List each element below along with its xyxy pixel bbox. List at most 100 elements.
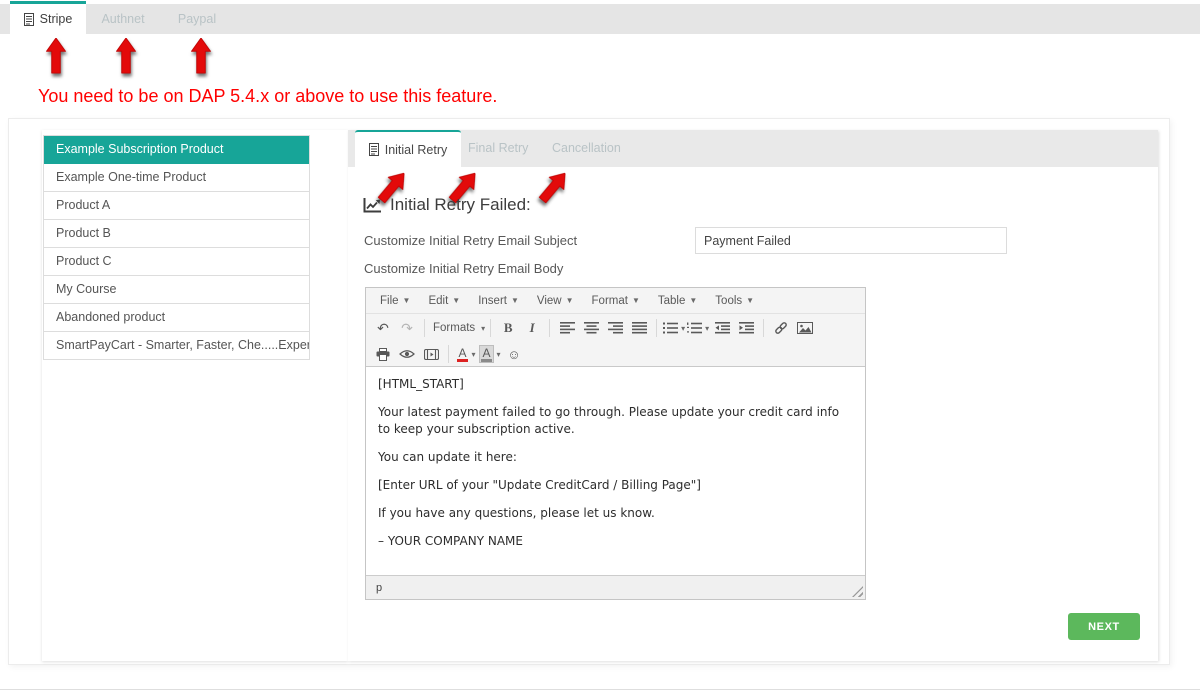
menu-view[interactable]: View▼ [528,295,583,307]
redo-button[interactable]: ↷ [395,317,419,339]
gateway-tabbar: Stripe Authnet Paypal [0,4,1200,34]
chevron-down-icon: ▼ [746,296,754,305]
product-item-example-onetime[interactable]: Example One-time Product [44,164,309,192]
menu-insert[interactable]: Insert▼ [469,295,528,307]
tab-authnet[interactable]: Authnet [90,4,156,34]
chevron-down-icon: ▾ [472,350,476,359]
element-path[interactable]: p [376,582,382,594]
chevron-down-icon: ▼ [689,296,697,305]
menu-edit[interactable]: Edit▼ [419,295,469,307]
chevron-down-icon: ▾ [497,350,501,359]
text-color-swatch [457,359,467,362]
bullet-list-icon [663,322,678,334]
preview-button[interactable] [395,343,419,365]
link-icon [773,320,789,336]
media-button[interactable] [419,343,443,365]
tab-cancellation[interactable]: Cancellation [552,130,621,167]
bullet-list-button[interactable]: ▾ [662,317,686,339]
toolbar-separator [424,319,425,337]
align-left-button[interactable] [555,317,579,339]
background-color-button[interactable]: A ▾ [478,343,502,365]
red-arrow-up-authnet [114,38,138,74]
menu-table[interactable]: Table▼ [649,295,706,307]
tab-initial-retry[interactable]: Initial Retry [355,130,461,167]
tab-paypal[interactable]: Paypal [165,4,229,34]
bold-button[interactable]: B [496,317,520,339]
body-paragraph: [HTML_START] [378,376,853,393]
tab-initial-retry-label: Initial Retry [385,143,448,157]
chevron-down-icon: ▾ [481,324,485,333]
toolbar-separator [656,319,657,337]
product-item-a[interactable]: Product A [44,192,309,220]
toolbar-separator [549,319,550,337]
next-button[interactable]: NEXT [1068,613,1140,640]
version-warning-text: You need to be on DAP 5.4.x or above to … [38,86,497,107]
align-right-icon [608,322,623,334]
red-arrow-up-paypal [189,38,213,74]
product-item-my-course[interactable]: My Course [44,276,309,304]
resize-handle[interactable] [852,586,863,597]
menu-format[interactable]: Format▼ [583,295,649,307]
tab-stripe-label: Stripe [40,12,73,26]
outdent-button[interactable] [710,317,734,339]
product-item-smartpaycart[interactable]: SmartPayCart - Smarter, Faster, Che.....… [44,332,309,360]
menu-file[interactable]: File▼ [371,295,419,307]
print-button[interactable] [371,343,395,365]
formats-dropdown[interactable]: Formats▾ [430,317,485,339]
print-icon [376,348,390,361]
email-body-content[interactable]: [HTML_START] Your latest payment failed … [366,367,865,575]
product-item-c[interactable]: Product C [44,248,309,276]
section-heading-label: Initial Retry Failed: [390,195,531,215]
toolbar-separator [763,319,764,337]
insert-link-button[interactable] [769,317,793,339]
chevron-down-icon: ▾ [705,324,709,333]
body-label: Customize Initial Retry Email Body [364,261,563,276]
indent-button[interactable] [734,317,758,339]
product-panel: Example Subscription Product Example One… [42,130,348,661]
smiley-icon: ☺ [507,347,520,362]
chevron-down-icon: ▼ [632,296,640,305]
red-arrow-up-stripe [44,38,68,74]
tab-stripe[interactable]: Stripe [10,1,86,34]
chevron-down-icon: ▼ [566,296,574,305]
indent-icon [739,322,754,334]
align-center-icon [584,322,599,334]
chevron-down-icon: ▼ [452,296,460,305]
background-color-swatch [481,359,491,362]
email-body-editor: File▼ Edit▼ Insert▼ View▼ Format▼ Table▼… [365,287,866,600]
numbered-list-button[interactable]: ▾ [686,317,710,339]
undo-button[interactable]: ↶ [371,317,395,339]
toolbar-separator [448,345,449,363]
align-right-button[interactable] [603,317,627,339]
section-heading: Initial Retry Failed: [363,195,531,215]
text-color-button[interactable]: A ▾ [454,343,478,365]
editor-statusbar: p [366,575,865,599]
align-center-button[interactable] [579,317,603,339]
product-item-abandoned[interactable]: Abandoned product [44,304,309,332]
line-chart-icon [363,197,382,213]
body-paragraph: Your latest payment failed to go through… [378,404,853,438]
italic-button[interactable]: I [520,317,544,339]
product-list: Example Subscription Product Example One… [43,135,310,360]
media-icon [424,349,439,360]
editor-menubar: File▼ Edit▼ Insert▼ View▼ Format▼ Table▼… [366,288,865,314]
insert-image-button[interactable] [793,317,817,339]
file-text-icon [24,13,34,26]
chevron-down-icon: ▼ [403,296,411,305]
chevron-down-icon: ▼ [511,296,519,305]
undo-icon: ↶ [377,321,389,335]
menu-tools[interactable]: Tools▼ [706,295,763,307]
align-justify-button[interactable] [627,317,651,339]
image-icon [797,322,813,334]
eye-icon [399,349,415,359]
file-text-icon [369,143,379,156]
tab-final-retry[interactable]: Final Retry [468,130,528,167]
outdent-icon [715,322,730,334]
emoticons-button[interactable]: ☺ [502,343,526,365]
product-item-example-subscription[interactable]: Example Subscription Product [44,136,309,164]
editor-toolbar-row2: A ▾ A ▾ ☺ [366,342,865,367]
subject-input[interactable] [695,227,1007,254]
product-item-b[interactable]: Product B [44,220,309,248]
align-left-icon [560,322,575,334]
body-paragraph: [Enter URL of your "Update CreditCard / … [378,477,853,494]
